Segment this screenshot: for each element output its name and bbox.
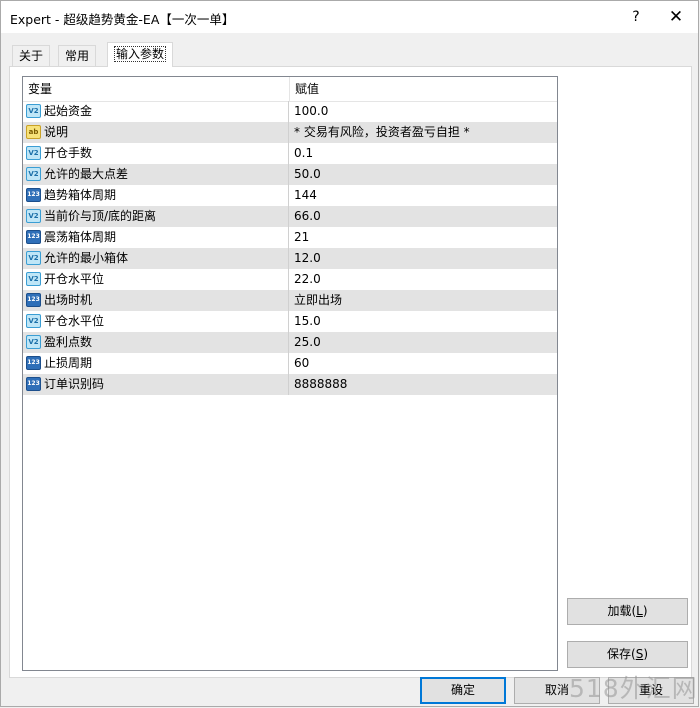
variable-cell: 123 订单识别码 [23,374,289,395]
tab-about-label: 关于 [19,49,44,63]
variable-name: 当前价与顶/底的距离 [44,209,157,223]
table-row[interactable]: V2 允许的最小箱体 12.0 [23,248,557,269]
table-row[interactable]: 123 止损周期 60 [23,353,557,374]
value-cell[interactable]: 144 [290,185,557,206]
table-row[interactable]: 123 趋势箱体周期 144 [23,185,557,206]
variable-cell: V2 允许的最小箱体 [23,248,289,269]
value-cell[interactable]: 15.0 [290,311,557,332]
variable-name: 说明 [44,125,69,139]
value-cell[interactable]: 8888888 [290,374,557,395]
variable-cell: V2 开仓手数 [23,143,289,164]
window-title: Expert - 超级趋势黄金-EA【一次一单】 [10,12,235,27]
load-button-end: ) [642,604,648,618]
save-button[interactable]: 保存(S) [567,641,688,668]
reset-button[interactable]: 重设 [608,677,694,704]
value-cell[interactable]: 22.0 [290,269,557,290]
value-cell[interactable]: 100.0 [290,101,557,122]
variable-cell: 123 出场时机 [23,290,289,311]
table-row[interactable]: V2 允许的最大点差 50.0 [23,164,557,185]
variable-name: 开仓水平位 [44,272,105,286]
table-row[interactable]: 123 出场时机 立即出场 [23,290,557,311]
v2-icon: V2 [26,167,41,181]
v2-icon: V2 [26,251,41,265]
value-cell[interactable]: 66.0 [290,206,557,227]
value-cell[interactable]: 0.1 [290,143,557,164]
save-button-end: ) [643,647,648,661]
table-row[interactable]: 123 订单识别码 8888888 [23,374,557,395]
list-header: 变量 赋值 [23,77,557,102]
tab-about[interactable]: 关于 [12,45,51,66]
variable-name: 出场时机 [44,293,93,307]
table-row[interactable]: V2 起始资金 100.0 [23,101,557,122]
load-button-label: 加载( [607,604,637,618]
cancel-button[interactable]: 取消 [514,677,600,704]
save-button-label: 保存( [607,647,636,661]
table-row[interactable]: V2 开仓手数 0.1 [23,143,557,164]
table-row[interactable]: V2 盈利点数 25.0 [23,332,557,353]
tab-inputs[interactable]: 输入参数 [107,42,174,67]
variable-name: 止损周期 [44,356,93,370]
table-row[interactable]: V2 平仓水平位 15.0 [23,311,557,332]
variable-name: 允许的最大点差 [44,167,129,181]
variable-cell: V2 起始资金 [23,101,289,122]
variable-cell: 123 趋势箱体周期 [23,185,289,206]
v2-icon: V2 [26,209,41,223]
variable-name: 盈利点数 [44,335,93,349]
column-header-variable[interactable]: 变量 [23,77,290,101]
123-icon: 123 [26,356,41,370]
variable-cell: 123 震荡箱体周期 [23,227,289,248]
value-cell[interactable]: 12.0 [290,248,557,269]
close-icon: ✕ [668,7,684,27]
variable-cell: V2 当前价与顶/底的距离 [23,206,289,227]
table-row[interactable]: V2 开仓水平位 22.0 [23,269,557,290]
123-icon: 123 [26,377,41,391]
variable-name: 允许的最小箱体 [44,251,129,265]
help-button[interactable]: ? [619,2,653,32]
expert-properties-dialog: Expert - 超级趋势黄金-EA【一次一单】 ? ✕ 关于 常用 输入参数 … [0,0,699,707]
value-cell[interactable]: 50.0 [290,164,557,185]
tab-common[interactable]: 常用 [58,45,97,66]
tab-common-label: 常用 [65,49,90,63]
value-cell[interactable]: 21 [290,227,557,248]
v2-icon: V2 [26,335,41,349]
ab-icon: ab [26,125,41,139]
table-row[interactable]: ab 说明 * 交易有风险，投资者盈亏自担 * [23,122,557,143]
variable-cell: ab 说明 [23,122,289,143]
ok-button[interactable]: 确定 [420,677,506,704]
123-icon: 123 [26,188,41,202]
v2-icon: V2 [26,146,41,160]
table-row[interactable]: 123 震荡箱体周期 21 [23,227,557,248]
v2-icon: V2 [26,272,41,286]
table-row[interactable]: V2 当前价与顶/底的距离 66.0 [23,206,557,227]
load-button-key: L [636,604,643,618]
variable-cell: V2 开仓水平位 [23,269,289,290]
variable-cell: 123 止损周期 [23,353,289,374]
variable-name: 震荡箱体周期 [44,230,117,244]
123-icon: 123 [26,293,41,307]
variable-name: 开仓手数 [44,146,93,160]
load-button[interactable]: 加载(L) [567,598,688,625]
variable-name: 起始资金 [44,104,93,118]
value-cell[interactable]: 60 [290,353,557,374]
value-cell[interactable]: 立即出场 [290,290,557,311]
column-header-value[interactable]: 赋值 [290,77,557,101]
variable-cell: V2 平仓水平位 [23,311,289,332]
v2-icon: V2 [26,314,41,328]
value-cell[interactable]: 25.0 [290,332,557,353]
title-bar: Expert - 超级趋势黄金-EA【一次一单】 ? ✕ [1,1,698,33]
value-cell[interactable]: * 交易有风险，投资者盈亏自担 * [290,122,557,143]
parameters-list[interactable]: 变量 赋值 V2 起始资金 100.0 ab 说明 * 交易有风险，投资者盈亏自担 * V2… [22,76,558,671]
variable-name: 订单识别码 [44,377,105,391]
123-icon: 123 [26,230,41,244]
variable-cell: V2 盈利点数 [23,332,289,353]
close-button[interactable]: ✕ [654,2,698,32]
v2-icon: V2 [26,104,41,118]
variable-name: 趋势箱体周期 [44,188,117,202]
variable-name: 平仓水平位 [44,314,105,328]
variable-cell: V2 允许的最大点差 [23,164,289,185]
tab-inputs-label: 输入参数 [114,46,167,62]
